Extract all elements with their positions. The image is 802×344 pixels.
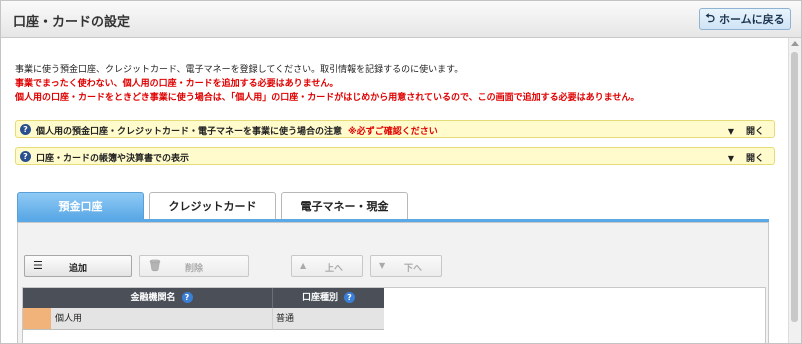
table-row-cell-name[interactable]: 個人用 [51, 308, 273, 330]
delete-button-label: 削除 [184, 264, 203, 274]
question-icon: ? [20, 124, 31, 135]
notice-toggle-label: 開く [745, 127, 764, 137]
home-button-label: ホームに戻る [718, 13, 785, 26]
notice-personal-accounts[interactable]: ? 個人用の預金口座・クレジットカード・電子マネーを事業に使う場合の注意 ※必ずご… [15, 120, 775, 138]
question-icon[interactable]: ? [181, 292, 193, 303]
page-title: 口座・カードの設定 [13, 15, 131, 30]
app-window: 口座・カードの設定 ⮌ ホームに戻る 事業に使う預金口座、クレジットカード、電子… [0, 0, 802, 344]
move-down-button-label: 下へ [403, 264, 422, 274]
notice-toggle[interactable]: ▼ 開く [728, 124, 764, 137]
question-icon[interactable]: ? [344, 292, 355, 303]
add-button[interactable]: ☰ 追加 [24, 255, 132, 277]
intro-warning-line: 事業でまったく使わない、個人用の口座・カードを追加する必要はありません。 [15, 79, 339, 89]
page-header: 口座・カードの設定 ⮌ ホームに戻る [1, 1, 801, 38]
vertical-scrollbar[interactable] [788, 38, 801, 343]
tab-panel: ☰ 追加 🗑 削除 ▲ 上へ ▼ 下へ 金融機関名? 口座種別? 個人用 普通 [17, 222, 769, 343]
grid-header-label: 金融機関名 [130, 293, 176, 303]
tab-e-money-cash[interactable]: 電子マネー・現金 [281, 192, 408, 219]
notice-display[interactable]: ? 口座・カードの帳簿や決算書での表示 ▼ 開く [15, 147, 775, 165]
add-button-label: 追加 [68, 264, 87, 274]
scroll-thumb[interactable] [791, 52, 798, 322]
delete-button[interactable]: 🗑 削除 [139, 255, 249, 277]
notice-text: 口座・カードの帳簿や決算書での表示 [36, 154, 190, 164]
notice-text: 個人用の預金口座・クレジットカード・電子マネーを事業に使う場合の注意 [36, 127, 343, 137]
table-row-cell-type[interactable]: 普通 [273, 308, 384, 330]
move-down-button[interactable]: ▼ 下へ [370, 255, 442, 277]
tab-credit-cards[interactable]: クレジットカード [149, 192, 276, 219]
scroll-up-arrow-icon[interactable] [791, 41, 799, 46]
grid-header-account-type[interactable]: 口座種別? [273, 288, 384, 308]
intro-text: 事業に使う預金口座、クレジットカード、電子マネーを登録してください。取引情報を記… [15, 63, 639, 105]
notice-toggle[interactable]: ▼ 開く [728, 151, 764, 164]
intro-line: 事業に使う預金口座、クレジットカード、電子マネーを登録してください。取引情報を記… [15, 65, 464, 75]
grid-header-institution[interactable]: 金融機関名? [51, 288, 273, 308]
grid-header-marker [23, 288, 51, 308]
row-selector[interactable] [23, 308, 51, 330]
notice-toggle-label: 開く [745, 154, 764, 164]
grid-header-label: 口座種別 [301, 293, 338, 303]
notice-warning: ※必ずご確認ください [348, 127, 438, 137]
move-up-button-label: 上へ [324, 264, 343, 274]
intro-warning-line: 個人用の口座・カードをときどき事業に使う場合は、「個人用」の口座・カードがはじめ… [15, 93, 640, 103]
accounts-grid: 金融機関名? 口座種別? 個人用 普通 [22, 287, 766, 343]
return-icon: ⮌ [705, 10, 715, 25]
triangle-down-icon: ▼ [727, 127, 734, 136]
tab-bank-accounts[interactable]: 預金口座 [17, 192, 144, 219]
move-up-button[interactable]: ▲ 上へ [291, 255, 363, 277]
question-icon: ? [20, 151, 31, 162]
home-button[interactable]: ⮌ ホームに戻る [699, 8, 791, 30]
triangle-down-icon: ▼ [727, 154, 734, 163]
